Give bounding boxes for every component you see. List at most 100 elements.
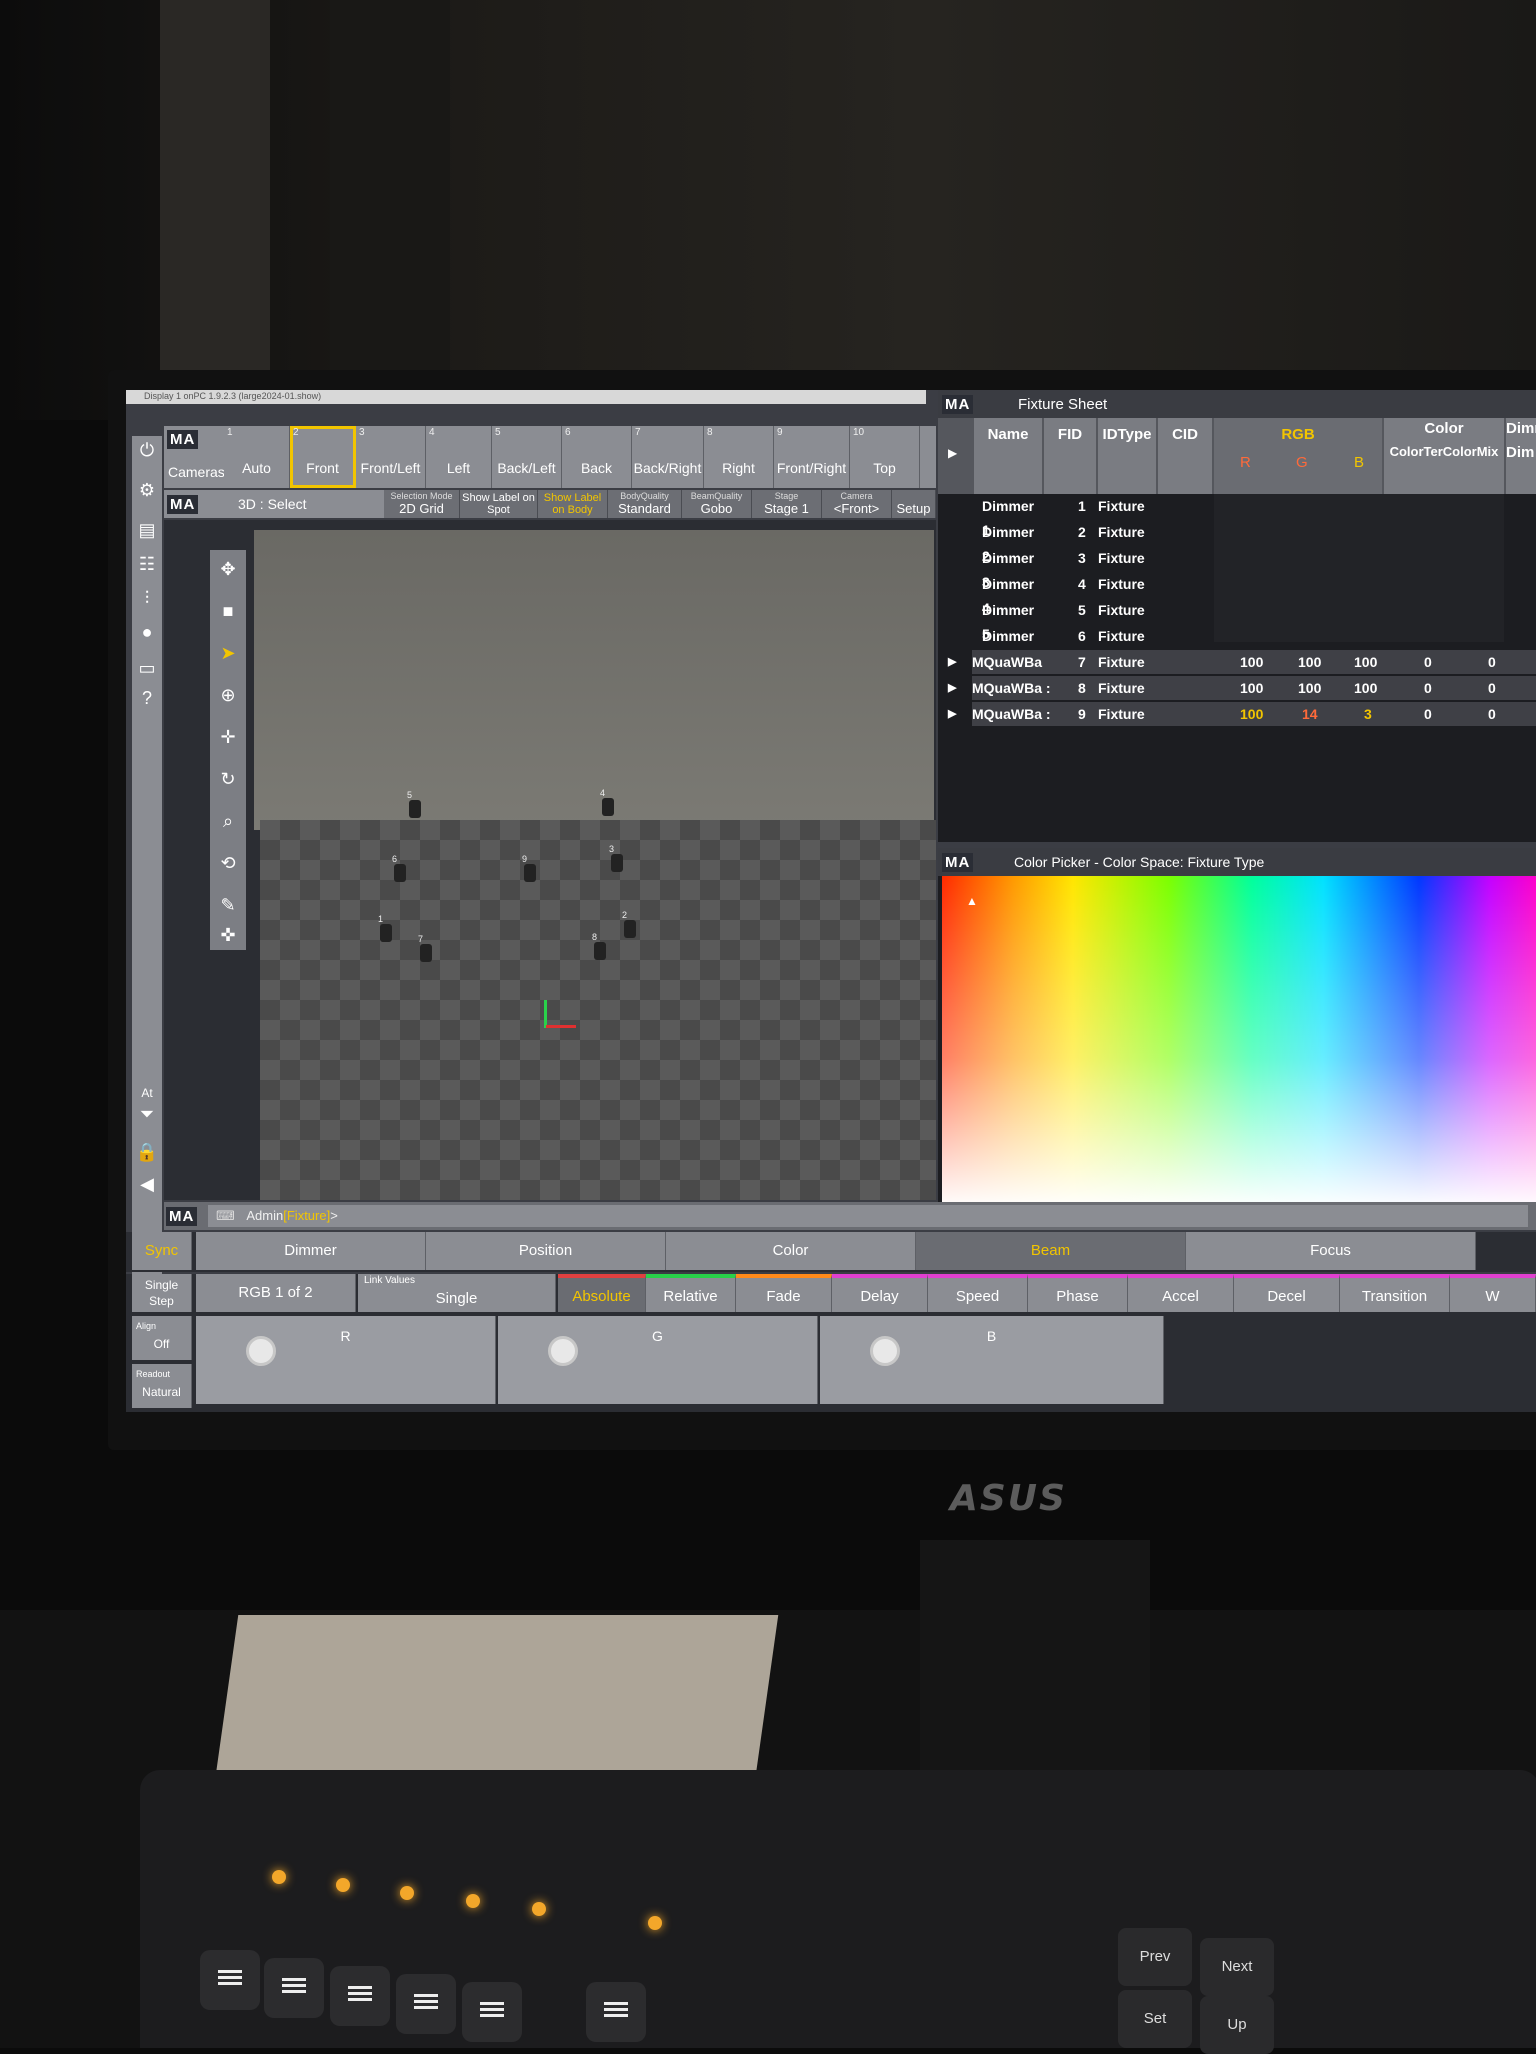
fixture-marker[interactable]: 4 xyxy=(600,788,614,816)
view-front-button[interactable]: 2 Front xyxy=(290,426,356,488)
cmd-input[interactable]: ⌨ Admin[Fixture]> xyxy=(208,1205,1528,1227)
single-step-button[interactable]: Single Step xyxy=(132,1274,192,1312)
back-arrow-icon[interactable]: ◀ xyxy=(132,1174,162,1198)
play-icon[interactable]: ▶ xyxy=(948,446,957,460)
encoder-dial-icon[interactable] xyxy=(870,1336,900,1366)
wand-icon[interactable]: ✎ xyxy=(210,890,246,920)
expand-arrow-icon[interactable]: ▶ xyxy=(948,650,956,674)
encoder-r[interactable]: R xyxy=(196,1316,496,1404)
pan-icon[interactable]: ✛ xyxy=(210,722,246,752)
beam-quality-option[interactable]: BeamQuality Gobo xyxy=(682,490,752,518)
view-right-button[interactable]: 8 Right xyxy=(704,426,774,488)
prev-key[interactable]: Prev xyxy=(1118,1928,1192,1986)
fixture-marker[interactable]: 6 xyxy=(392,854,406,882)
fixture-marker[interactable]: 7 xyxy=(418,934,432,962)
up-key[interactable]: Up xyxy=(1200,1996,1274,2054)
filter-icon[interactable]: ⏷ xyxy=(132,1104,162,1128)
gear-icon[interactable]: ⚙ xyxy=(132,480,162,504)
selection-mode-option[interactable]: Selection Mode 2D Grid xyxy=(384,490,460,518)
fader-key[interactable] xyxy=(200,1950,260,2010)
encoder-g[interactable]: G xyxy=(498,1316,818,1404)
fixture-marker[interactable]: 1 xyxy=(378,914,392,942)
view-back-left-button[interactable]: 5 Back/Left xyxy=(492,426,562,488)
sync-button[interactable]: Sync xyxy=(132,1232,192,1270)
command-line[interactable]: MA ⌨ Admin[Fixture]> xyxy=(164,1202,1536,1230)
col-dimmer[interactable]: Dimme Dim xyxy=(1506,418,1536,494)
keyboard-icon[interactable]: ⌨ xyxy=(216,1208,235,1223)
fixture-marker[interactable]: 3 xyxy=(609,844,623,872)
expand-arrow-icon[interactable]: ▶ xyxy=(948,702,956,726)
table-row[interactable]: ▶ MQuaWBa 7 Fixture 100 100 100 0 0 xyxy=(948,650,1536,674)
fixture-marker[interactable]: 2 xyxy=(622,910,636,938)
mixer-icon[interactable]: ⫶ xyxy=(132,588,162,612)
fader-key[interactable] xyxy=(586,1982,646,2042)
col-fid[interactable]: FID xyxy=(1044,418,1096,494)
table-row[interactable]: ▶ MQuaWBa :8 Fixture 100 100 100 0 0 xyxy=(948,676,1536,700)
col-color[interactable]: Color ColorTerColorMix xyxy=(1384,418,1504,494)
encoder-b[interactable]: B xyxy=(820,1316,1164,1404)
show-label-body-option[interactable]: Show Label on Body xyxy=(538,490,608,518)
orbit-icon[interactable]: ⟲ xyxy=(210,848,246,878)
tab-position[interactable]: Position xyxy=(426,1232,666,1270)
readout-button[interactable]: Readout Natural xyxy=(132,1364,192,1408)
align-button[interactable]: Align Off xyxy=(132,1316,192,1360)
fader-key[interactable] xyxy=(462,1982,522,2042)
link-values-button[interactable]: Link Values Single xyxy=(358,1274,556,1312)
rgb-page-button[interactable]: RGB 1 of 2 xyxy=(196,1274,356,1312)
faders-icon[interactable]: ☷ xyxy=(132,554,162,578)
view-back-right-button[interactable]: 7 Back/Right xyxy=(632,426,704,488)
col-name[interactable]: Name xyxy=(974,418,1042,494)
mode-fade[interactable]: Fade xyxy=(736,1274,832,1312)
tab-focus[interactable]: Focus xyxy=(1186,1232,1476,1270)
select-arrow-icon[interactable]: ➤ xyxy=(210,638,246,668)
help-icon[interactable]: ? xyxy=(132,688,162,712)
monitor-icon[interactable]: ▭ xyxy=(132,658,162,682)
camera-icon[interactable]: ■ xyxy=(210,596,246,626)
view-front-left-button[interactable]: 3 Front/Left xyxy=(356,426,426,488)
body-quality-option[interactable]: BodyQuality Standard xyxy=(608,490,682,518)
col-cid[interactable]: CID xyxy=(1158,418,1212,494)
mode-decel[interactable]: Decel xyxy=(1234,1274,1340,1312)
camera-option[interactable]: Camera <Front> xyxy=(822,490,892,518)
mode-phase[interactable]: Phase xyxy=(1028,1274,1128,1312)
setup-button[interactable]: Setup xyxy=(892,490,936,518)
set-key[interactable]: Set xyxy=(1118,1990,1192,2048)
next-key[interactable]: Next xyxy=(1200,1938,1274,1996)
mode-absolute[interactable]: Absolute xyxy=(558,1274,646,1312)
fader-key[interactable] xyxy=(330,1966,390,2026)
mode-delay[interactable]: Delay xyxy=(832,1274,928,1312)
center-icon[interactable]: ✜ xyxy=(210,920,246,950)
col-idtype[interactable]: IDType xyxy=(1098,418,1156,494)
view-top-button[interactable]: 10 Top xyxy=(850,426,920,488)
fader-key[interactable] xyxy=(396,1974,456,2034)
encoder-dial-icon[interactable] xyxy=(246,1336,276,1366)
zoom-icon[interactable]: ⌕ xyxy=(210,806,246,836)
view-back-button[interactable]: 6 Back xyxy=(562,426,632,488)
view-front-right-button[interactable]: 9 Front/Right xyxy=(774,426,850,488)
move-icon[interactable]: ✥ xyxy=(210,554,246,584)
tab-color[interactable]: Color xyxy=(666,1232,916,1270)
group-icon[interactable]: ● xyxy=(132,622,162,646)
fixture-marker[interactable]: 5 xyxy=(407,790,421,818)
power-icon[interactable]: ⏻ xyxy=(132,440,162,464)
table-row[interactable]: ▶ MQuaWBa :9 Fixture 100 14 3 0 0 xyxy=(948,702,1536,726)
stage-option[interactable]: Stage Stage 1 xyxy=(752,490,822,518)
fixture-marker[interactable]: 9 xyxy=(522,854,536,882)
fixture-marker[interactable]: 8 xyxy=(592,932,606,960)
fader-key[interactable] xyxy=(264,1958,324,2018)
show-label-spot-option[interactable]: Show Label on Spot xyxy=(460,490,538,518)
lock-icon[interactable]: 🔒 xyxy=(132,1142,162,1166)
sheet-icon[interactable]: ▤ xyxy=(132,520,162,544)
mode-w[interactable]: W xyxy=(1450,1274,1536,1312)
mode-relative[interactable]: Relative xyxy=(646,1274,736,1312)
color-picker-field[interactable] xyxy=(942,876,1536,1208)
encoder-dial-icon[interactable] xyxy=(548,1336,578,1366)
tab-beam[interactable]: Beam xyxy=(916,1232,1186,1270)
3d-viewport[interactable]: ✥ ■ ➤ ⊕ ✛ ↻ ⌕ ⟲ ✎ ✜ 5 4 6 9 3 1 2 7 8 xyxy=(164,520,936,1200)
col-rgb[interactable]: RGB R G B xyxy=(1214,418,1382,494)
mode-speed[interactable]: Speed xyxy=(928,1274,1028,1312)
mode-accel[interactable]: Accel xyxy=(1128,1274,1234,1312)
mode-transition[interactable]: Transition xyxy=(1340,1274,1450,1312)
view-auto-button[interactable]: 1 Auto xyxy=(224,426,290,488)
expand-arrow-icon[interactable]: ▶ xyxy=(948,676,956,700)
